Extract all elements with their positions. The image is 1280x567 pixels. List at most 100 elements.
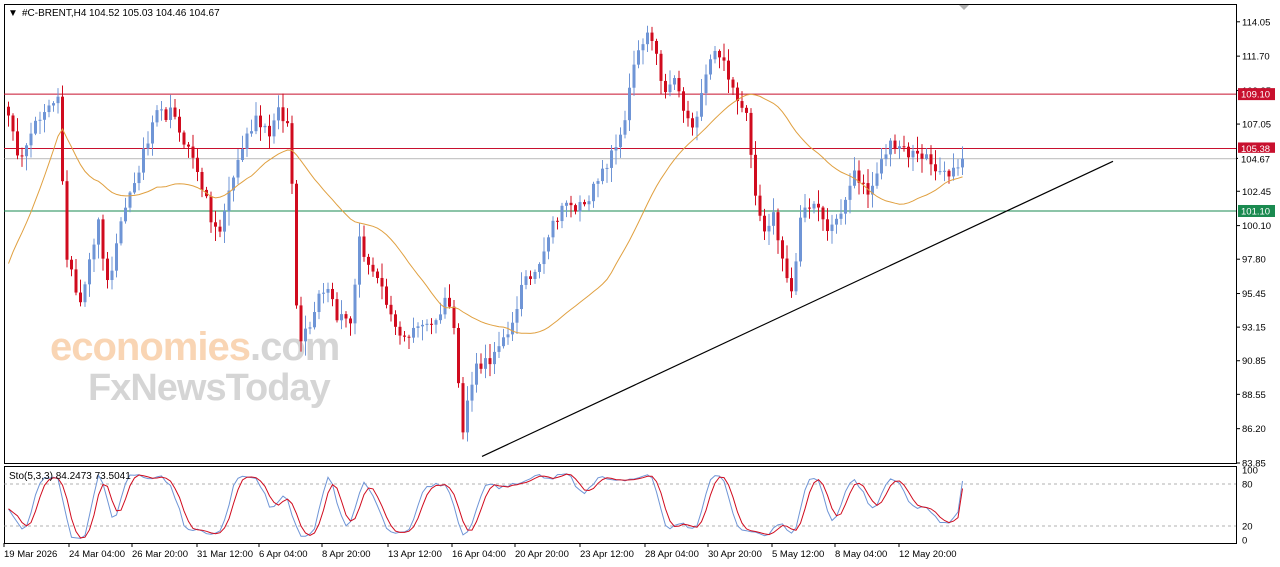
- osc-tick-label: 100: [1242, 466, 1258, 477]
- price-tick-label: 93.15: [1242, 323, 1266, 334]
- candle-body: [497, 346, 501, 352]
- price-tag-label-support: 101.10: [1241, 206, 1270, 217]
- candle-body: [295, 183, 298, 306]
- candle-body: [695, 116, 699, 128]
- candle-body: [61, 96, 64, 182]
- candle-body: [11, 115, 15, 132]
- candle-body: [641, 44, 645, 51]
- watermark-economies: economies: [50, 325, 250, 369]
- candle-body: [443, 297, 447, 315]
- price-tag-label-current: 104.67: [1241, 154, 1270, 165]
- candle-body: [466, 400, 469, 433]
- candle-body: [587, 201, 591, 205]
- candle-body: [317, 293, 321, 313]
- candle-body: [740, 101, 744, 108]
- candle-body: [956, 167, 960, 169]
- candle-body: [38, 119, 42, 121]
- candle-body: [169, 107, 172, 120]
- time-axis: 19 Mar 2026 24 Mar 04:00 26 Mar 20:00 31 Ma…: [3, 543, 957, 560]
- candle-body: [718, 50, 721, 58]
- time-tick-label: 30 Apr 20:00: [708, 549, 762, 560]
- dropdown-arrow-icon[interactable]: ▼: [8, 8, 18, 19]
- candle-body: [758, 195, 762, 216]
- candle-body: [412, 327, 415, 338]
- candle-body: [632, 64, 636, 88]
- candle-body: [749, 112, 753, 155]
- candle-body: [605, 167, 609, 169]
- candle-body: [34, 120, 37, 134]
- candle-body: [142, 148, 145, 173]
- candle-body: [52, 103, 55, 106]
- candle-body: [20, 155, 24, 157]
- price-chart[interactable]: economies.com FxNewsToday ▼ #C-BRENT,H4 …: [0, 0, 1280, 567]
- candle-body: [623, 120, 627, 135]
- candle-body: [335, 299, 339, 321]
- time-tick-label: 26 Mar 20:00: [132, 549, 188, 560]
- candle-body: [902, 146, 906, 148]
- candle-body: [952, 167, 955, 177]
- candle-body: [835, 218, 838, 225]
- candle-body: [358, 236, 361, 285]
- candle-body: [929, 154, 933, 165]
- candle-body: [686, 110, 690, 119]
- candle-body: [484, 358, 487, 369]
- candle-body: [434, 320, 438, 325]
- candle-body: [367, 256, 370, 265]
- candle-body: [542, 251, 546, 265]
- candle-body: [155, 110, 159, 123]
- candle-body: [70, 259, 73, 270]
- time-tick-label: 13 Apr 12:00: [388, 549, 442, 560]
- candle-body: [371, 264, 375, 272]
- candle-body: [628, 87, 631, 121]
- candle-body: [79, 292, 82, 303]
- candle-body: [398, 326, 402, 336]
- candle-body: [659, 53, 663, 81]
- candle-body: [803, 207, 807, 218]
- candle-body: [898, 146, 901, 149]
- candle-body: [745, 107, 748, 113]
- candle-body: [380, 277, 384, 287]
- candle-body: [592, 183, 595, 202]
- candle-body: [448, 297, 451, 307]
- candle-body: [259, 115, 262, 128]
- candle-body: [493, 351, 496, 365]
- candle-body: [344, 314, 348, 319]
- candle-body: [133, 183, 136, 193]
- candle-body: [889, 140, 892, 155]
- candle-body: [47, 105, 51, 113]
- candle-body: [92, 244, 96, 260]
- candle-body: [322, 292, 325, 294]
- candle-body: [430, 323, 433, 325]
- candle-body: [43, 112, 46, 120]
- candle-body: [16, 131, 19, 156]
- osc-tick-label: 80: [1242, 480, 1253, 491]
- candle-body: [425, 323, 429, 325]
- candle-body: [848, 185, 852, 200]
- candle-body: [776, 212, 780, 241]
- candle-body: [407, 336, 411, 338]
- symbol-label: #C-BRENT,H4: [22, 8, 87, 19]
- candle-body: [880, 159, 883, 174]
- candle-body: [353, 284, 357, 324]
- candle-body: [925, 154, 928, 159]
- price-tick-label: 111.70: [1242, 52, 1270, 63]
- candle-body: [268, 125, 271, 137]
- candle-body: [151, 122, 154, 144]
- candle-body: [556, 220, 559, 222]
- candle-body: [164, 109, 168, 120]
- candle-body: [56, 96, 60, 104]
- candle-body: [101, 219, 105, 259]
- candle-body: [668, 84, 672, 93]
- candle-body: [700, 93, 703, 117]
- candle-body: [664, 80, 667, 93]
- candle-body: [29, 133, 33, 146]
- candle-body: [191, 146, 195, 158]
- candle-body: [601, 168, 604, 182]
- candle-body: [619, 134, 622, 148]
- candle-body: [844, 199, 847, 214]
- candle-body: [511, 322, 514, 335]
- time-tick-label: 8 Apr 20:00: [322, 549, 371, 560]
- candle-body: [88, 259, 91, 285]
- candle-body: [893, 140, 897, 149]
- price-tick-label: 88.55: [1242, 390, 1266, 401]
